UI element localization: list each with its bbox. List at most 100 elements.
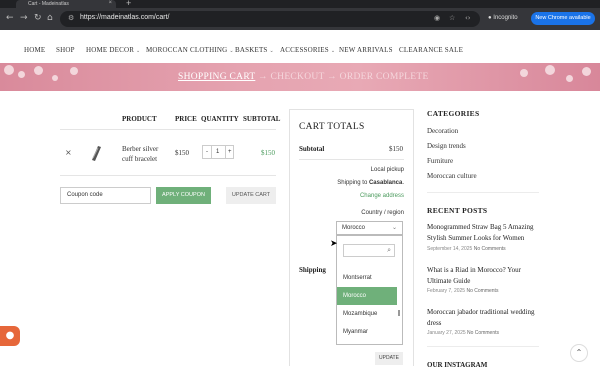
country-region-label: Country / region	[361, 210, 404, 216]
post-date: January 27, 2025	[427, 330, 466, 336]
close-tab-icon[interactable]: ×	[109, 0, 112, 6]
post-comments[interactable]: No Comments	[474, 246, 506, 252]
scrollbar-thumb[interactable]	[398, 310, 400, 316]
coupon-input[interactable]: Coupon code	[60, 187, 151, 204]
post-comments[interactable]: No Comments	[466, 288, 498, 294]
search-icon: ⌕	[387, 246, 391, 254]
divider	[299, 159, 404, 160]
step-arrow: →	[327, 72, 337, 82]
blossom-decoration	[70, 67, 78, 75]
mouse-cursor-icon: ➤	[330, 239, 338, 249]
cookie-icon[interactable]: ●	[0, 326, 20, 346]
incognito-label: Incognito	[493, 15, 518, 21]
divider	[60, 175, 276, 176]
header-subtotal: SUBTOTAL	[243, 115, 281, 123]
country-option[interactable]: Mozambique	[337, 305, 397, 323]
blossom-decoration	[520, 69, 528, 77]
nav-baskets-label: BASKETS	[235, 46, 268, 54]
country-search-input[interactable]: ⌕	[343, 244, 395, 257]
shipping-label: Shipping	[299, 266, 326, 274]
category-decoration[interactable]: Decoration	[427, 127, 458, 135]
new-tab-icon[interactable]: +	[126, 0, 131, 8]
update-cart-button[interactable]: UPDATE CART	[226, 187, 276, 204]
url-text: https://madeinatlas.com/cart/	[80, 14, 170, 21]
chevron-down-icon: ⌄	[136, 49, 141, 54]
back-icon[interactable]: ←	[6, 13, 14, 23]
plus-icon[interactable]: +	[228, 149, 232, 155]
country-option[interactable]: Myanmar	[337, 323, 397, 341]
eye-off-icon[interactable]: ◉	[434, 14, 440, 22]
step-shopping-cart[interactable]: SHOPPING CART	[178, 72, 255, 82]
divider	[60, 129, 276, 130]
divider	[427, 192, 539, 193]
cart-totals-title: CART TOTALS	[299, 122, 365, 132]
chevron-down-icon: ⌄	[229, 49, 234, 54]
recent-post-title[interactable]: What is a Riad in Morocco? Your Ultimate…	[427, 265, 539, 287]
nav-home-decor[interactable]: HOME DECOR ⌄	[86, 46, 140, 54]
tab-title: Cart - Madeinatlas	[28, 1, 69, 7]
address-bar[interactable]: ⚙ https://madeinatlas.com/cart/ ◉ ☆ ‹›	[60, 11, 480, 27]
star-icon[interactable]: ☆	[449, 14, 455, 22]
scroll-to-top-icon[interactable]: ⌃	[570, 344, 588, 362]
category-moroccan-culture[interactable]: Moroccan culture	[427, 172, 477, 180]
nav-new-arrivals[interactable]: NEW ARRIVALS	[339, 46, 393, 54]
recent-post-title[interactable]: Monogrammed Straw Bag 5 Amazing Stylish …	[427, 222, 539, 244]
country-selected-value: Morocco	[342, 225, 366, 231]
browser-toolbar: ← → ↻ ⌂ ⚙ https://madeinatlas.com/cart/ …	[0, 8, 600, 30]
chrome-update-button[interactable]: New Chrome available	[531, 12, 595, 25]
blossom-decoration	[4, 65, 14, 75]
remove-item-icon[interactable]: ×	[65, 148, 72, 157]
nav-baskets[interactable]: BASKETS ⌄	[235, 46, 274, 54]
quantity-stepper[interactable]: - 1 +	[202, 145, 234, 159]
post-meta: September 14, 2025 No Comments	[427, 246, 506, 252]
post-comments[interactable]: No Comments	[467, 330, 499, 336]
browser-tab[interactable]: Cart - Madeinatlas ×	[16, 0, 116, 8]
quantity-value[interactable]: 1	[216, 149, 219, 155]
nav-moroccan-clothing-label: MOROCCAN CLOTHING	[146, 46, 228, 54]
divider	[211, 145, 212, 159]
home-icon[interactable]: ⌂	[47, 13, 53, 23]
post-date: February 7, 2025	[427, 288, 466, 294]
country-select[interactable]: Morocco ⌄	[336, 221, 403, 235]
blossom-decoration	[545, 65, 555, 75]
nav-moroccan-clothing[interactable]: MOROCCAN CLOTHING ⌄	[146, 46, 234, 54]
step-checkout[interactable]: CHECKOUT	[271, 72, 325, 82]
product-name[interactable]: Berber silver cuff bracelet	[122, 144, 170, 164]
nav-home[interactable]: HOME	[24, 46, 45, 54]
shipping-destination: Shipping to Casablanca.	[337, 180, 404, 186]
product-thumbnail[interactable]	[88, 142, 104, 164]
product-price: $150	[175, 149, 189, 157]
nav-accessories[interactable]: ACCESSORIES ⌄	[280, 46, 335, 54]
categories-title: CATEGORIES	[427, 109, 480, 118]
site-info-icon[interactable]: ⚙	[68, 14, 74, 22]
divider	[225, 145, 226, 159]
step-order-complete: ORDER COMPLETE	[339, 72, 429, 82]
header-price: PRICE	[175, 115, 197, 123]
update-shipping-button[interactable]: UPDATE	[375, 352, 403, 365]
code-icon[interactable]: ‹›	[465, 14, 471, 22]
shipping-city: Casablanca	[368, 180, 403, 186]
subtotal-label: Subtotal	[299, 145, 325, 153]
change-address-link[interactable]: Change address	[360, 193, 404, 199]
nav-clearance-sale[interactable]: CLEARANCE SALE	[399, 46, 463, 54]
recent-posts-title: RECENT POSTS	[427, 206, 488, 215]
minus-icon[interactable]: -	[206, 149, 208, 155]
header-product: PRODUCT	[122, 115, 157, 123]
dropdown-scrollbar[interactable]	[397, 270, 401, 344]
forward-icon[interactable]: →	[20, 13, 28, 23]
recent-post-title[interactable]: Moroccan jabador traditional wedding dre…	[427, 307, 539, 329]
category-furniture[interactable]: Furniture	[427, 157, 453, 165]
checkout-steps: SHOPPING CART → CHECKOUT → ORDER COMPLET…	[178, 72, 429, 82]
post-date: September 14, 2025	[427, 246, 473, 252]
incognito-indicator[interactable]: ● Incognito	[488, 15, 518, 21]
blossom-decoration	[52, 75, 58, 81]
nav-shop[interactable]: SHOP	[56, 46, 75, 54]
apply-coupon-button[interactable]: APPLY COUPON	[156, 187, 211, 204]
blossom-decoration	[18, 71, 25, 78]
reload-icon[interactable]: ↻	[34, 13, 42, 23]
tab-strip: Cart - Madeinatlas × +	[0, 0, 600, 8]
category-design-trends[interactable]: Design trends	[427, 142, 466, 150]
blossom-decoration	[566, 75, 573, 82]
country-option[interactable]: Montserrat	[337, 269, 397, 287]
country-option-selected[interactable]: Morocco	[337, 287, 397, 305]
